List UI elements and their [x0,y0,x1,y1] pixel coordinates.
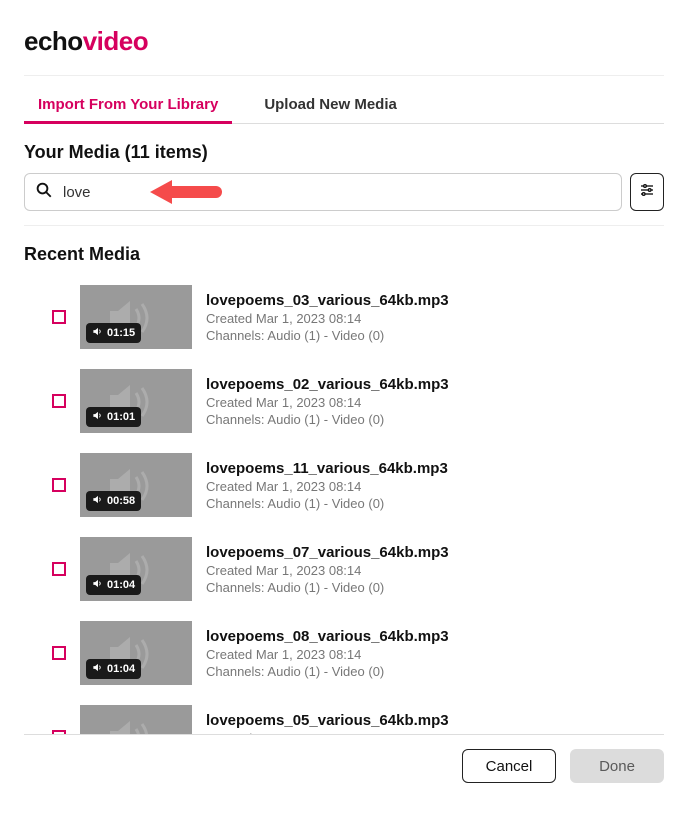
media-created: Created Mar 1, 2023 08:14 [206,647,449,662]
app-logo: echovideo [24,26,664,57]
media-meta: lovepoems_11_various_64kb.mp3 Created Ma… [206,460,448,511]
tab-import-library[interactable]: Import From Your Library [38,88,218,123]
media-created: Created Mar 1, 2023 08:14 [206,395,449,410]
cancel-button[interactable]: Cancel [462,749,556,783]
duration-pill: 01:04 [86,575,141,595]
media-item[interactable]: 00:58 lovepoems_11_various_64kb.mp3 Crea… [24,443,660,527]
media-channels: Channels: Audio (1) - Video (0) [206,412,449,427]
media-created: Created Mar 1, 2023 08:14 [206,563,449,578]
select-checkbox[interactable] [52,562,66,576]
media-channels: Channels: Audio (1) - Video (0) [206,664,449,679]
media-meta: lovepoems_02_various_64kb.mp3 Created Ma… [206,376,449,427]
your-media-heading: Your Media (11 items) [24,142,664,163]
select-checkbox[interactable] [52,646,66,660]
duration-pill: 01:01 [86,407,141,427]
volume-icon [92,410,103,424]
media-channels: Channels: Audio (1) - Video (0) [206,496,448,511]
media-item[interactable]: 01:01 lovepoems_02_various_64kb.mp3 Crea… [24,359,660,443]
media-thumbnail[interactable]: 01:01 [80,369,192,433]
media-channels: Channels: Audio (1) - Video (0) [206,328,449,343]
media-filename: lovepoems_03_various_64kb.mp3 [206,292,449,309]
dialog-footer: Cancel Done [0,735,688,797]
media-item[interactable]: 01:15 lovepoems_03_various_64kb.mp3 Crea… [24,275,660,359]
duration-text: 01:04 [107,663,135,675]
volume-icon [92,662,103,676]
media-item[interactable]: 01:56 lovepoems_05_various_64kb.mp3 Crea… [24,695,660,735]
media-thumbnail[interactable]: 01:04 [80,621,192,685]
duration-text: 01:04 [107,579,135,591]
media-thumbnail[interactable]: 01:56 [80,705,192,735]
media-meta: lovepoems_08_various_64kb.mp3 Created Ma… [206,628,449,679]
tab-upload-new[interactable]: Upload New Media [264,88,397,123]
media-meta: lovepoems_03_various_64kb.mp3 Created Ma… [206,292,449,343]
media-filename: lovepoems_02_various_64kb.mp3 [206,376,449,393]
media-meta: lovepoems_05_various_64kb.mp3 Created Ma… [206,712,449,736]
media-thumbnail[interactable]: 00:58 [80,453,192,517]
media-meta: lovepoems_07_various_64kb.mp3 Created Ma… [206,544,449,595]
search-input[interactable] [61,183,611,202]
duration-text: 01:01 [107,411,135,423]
duration-pill: 00:58 [86,491,141,511]
duration-text: 00:58 [107,495,135,507]
media-item[interactable]: 01:04 lovepoems_08_various_64kb.mp3 Crea… [24,611,660,695]
tab-bar: Import From Your Library Upload New Medi… [24,75,664,124]
media-filename: lovepoems_11_various_64kb.mp3 [206,460,448,477]
search-icon [35,181,53,204]
media-created: Created Mar 1, 2023 08:14 [206,479,448,494]
duration-pill: 01:15 [86,323,141,343]
volume-icon [92,578,103,592]
volume-icon [92,326,103,340]
media-created: Created Mar 1, 2023 08:14 [206,311,449,326]
duration-text: 01:15 [107,327,135,339]
media-filename: lovepoems_08_various_64kb.mp3 [206,628,449,645]
media-channels: Channels: Audio (1) - Video (0) [206,580,449,595]
media-item[interactable]: 01:04 lovepoems_07_various_64kb.mp3 Crea… [24,527,660,611]
media-thumbnail[interactable]: 01:04 [80,537,192,601]
media-filename: lovepoems_07_various_64kb.mp3 [206,544,449,561]
filter-button[interactable] [630,173,664,211]
select-checkbox[interactable] [52,394,66,408]
volume-icon [92,494,103,508]
speaker-icon [104,717,160,735]
media-list[interactable]: 01:15 lovepoems_03_various_64kb.mp3 Crea… [24,275,664,735]
duration-pill: 01:04 [86,659,141,679]
search-box[interactable] [24,173,622,211]
media-filename: lovepoems_05_various_64kb.mp3 [206,712,449,729]
select-checkbox[interactable] [52,310,66,324]
logo-right: video [83,26,148,56]
done-button[interactable]: Done [570,749,664,783]
sliders-icon [639,182,655,203]
logo-left: echo [24,26,83,56]
select-checkbox[interactable] [52,478,66,492]
recent-media-heading: Recent Media [24,244,664,265]
media-thumbnail[interactable]: 01:15 [80,285,192,349]
